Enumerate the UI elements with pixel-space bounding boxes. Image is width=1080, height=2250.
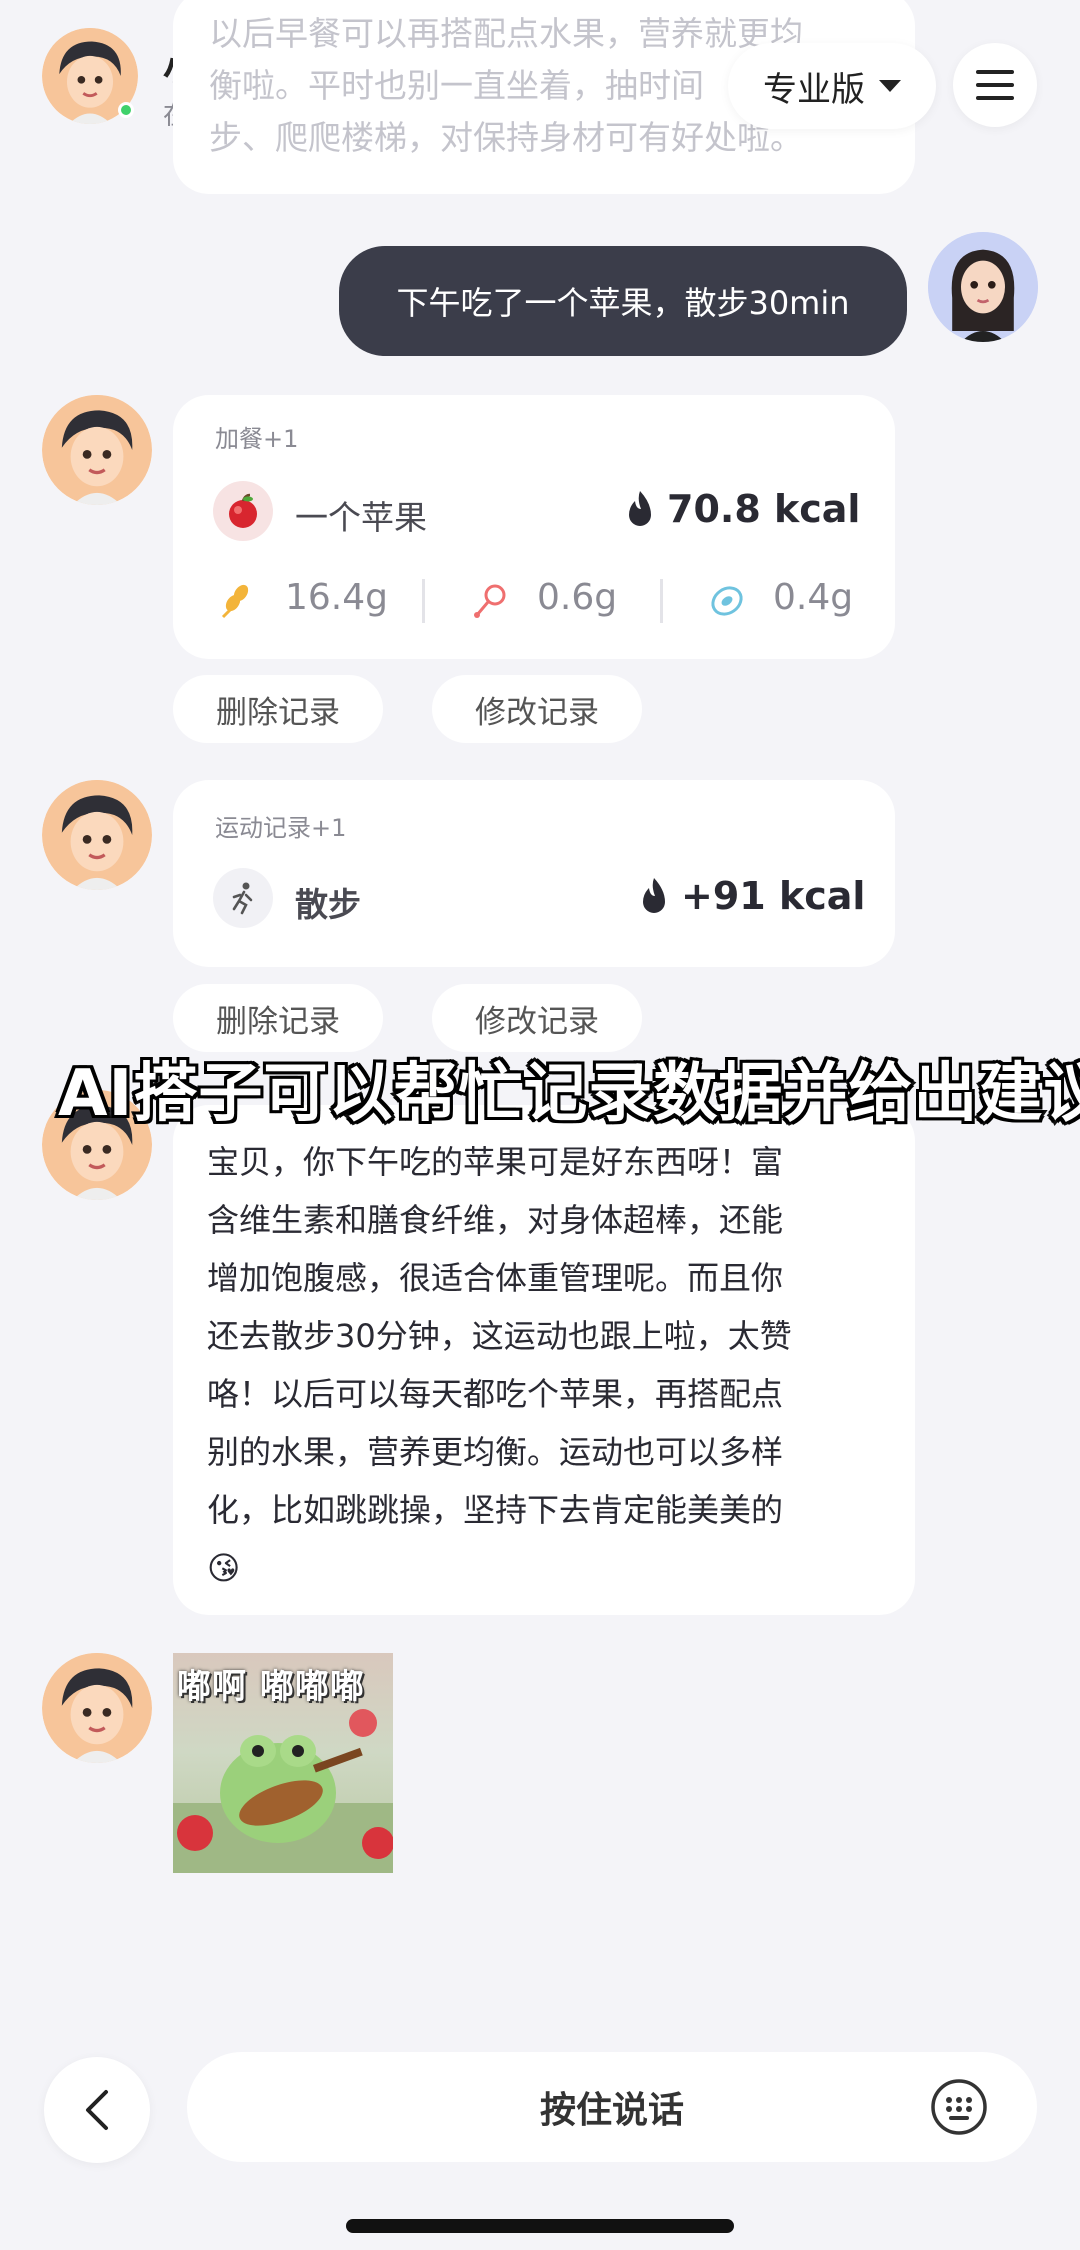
nutrient-divider	[422, 579, 425, 623]
meal-label: 加餐+1	[215, 425, 299, 453]
version-selector-button[interactable]: 专业版	[728, 43, 936, 129]
back-button[interactable]	[44, 2057, 150, 2163]
exercise-name: 散步	[295, 885, 361, 924]
protein-icon	[471, 581, 511, 625]
meal-kcal: 70.8 kcal	[667, 487, 861, 531]
reply-line: 别的水果，营养更均衡。运动也可以多样	[207, 1433, 784, 1471]
nutrient-divider	[660, 579, 663, 623]
carb-icon	[217, 581, 257, 625]
reply-line: 还去散步30分钟，这运动也跟上啦，太赞	[207, 1317, 792, 1355]
reply-line: 增加饱腹感，很适合体重管理呢。而且你	[207, 1259, 784, 1297]
apple-icon	[213, 481, 273, 541]
assistant-avatar[interactable]	[42, 1653, 152, 1763]
version-label: 专业版	[763, 69, 865, 110]
fat-value: 0.4g	[773, 577, 854, 618]
exercise-label: 运动记录+1	[215, 814, 347, 842]
sticker-caption: 嘟啊 嘟嘟嘟	[177, 1667, 365, 1707]
menu-button[interactable]	[953, 43, 1037, 127]
assistant-avatar[interactable]	[42, 780, 152, 890]
home-indicator[interactable]	[346, 2219, 734, 2233]
exercise-record-card[interactable]: 运动记录+1 散步 +91 kcal	[173, 780, 895, 967]
online-indicator	[118, 102, 134, 118]
kiss-emoji: 😘	[207, 1549, 241, 1587]
keyboard-icon	[931, 2079, 987, 2135]
user-avatar[interactable]	[928, 232, 1038, 342]
reply-line: 含维生素和膳食纤维，对身体超棒，还能	[207, 1201, 784, 1239]
food-name: 一个苹果	[295, 498, 427, 537]
chevron-left-icon	[86, 2090, 108, 2130]
flame-icon	[635, 876, 673, 922]
edit-meal-record-button[interactable]: 修改记录	[432, 675, 642, 743]
reply-line: 咯！以后可以每天都吃个苹果，再搭配点	[207, 1375, 784, 1413]
fat-icon	[707, 581, 747, 625]
walking-icon	[213, 868, 273, 928]
protein-value: 0.6g	[537, 577, 618, 618]
delete-meal-record-button[interactable]: 删除记录	[173, 675, 383, 743]
flame-icon	[621, 489, 659, 535]
reply-line: 宝贝，你下午吃的苹果可是好东西呀！富	[207, 1143, 784, 1181]
reply-line: 化，比如跳跳操，坚持下去肯定能美美的	[207, 1491, 784, 1529]
assistant-avatar[interactable]	[42, 395, 152, 505]
frog-guitar-sticker[interactable]: 嘟啊 嘟嘟嘟	[173, 1653, 393, 1873]
exercise-kcal: +91 kcal	[681, 874, 866, 918]
user-message-bubble[interactable]: 下午吃了一个苹果，散步30min	[339, 246, 907, 356]
meal-record-card[interactable]: 加餐+1 一个苹果 70.8 kcal 16.4g 0.6g 0.4g	[173, 395, 895, 659]
overlay-caption: AI搭子可以帮忙记录数据并给出建议	[55, 1054, 1080, 1134]
carb-value: 16.4g	[285, 577, 389, 618]
keyboard-toggle-button[interactable]	[930, 2078, 988, 2136]
hold-to-talk-button[interactable]: 按住说话	[187, 2052, 1037, 2162]
hamburger-menu-icon	[976, 70, 1014, 100]
assistant-reply-bubble[interactable]: 宝贝，你下午吃的苹果可是好东西呀！富 含维生素和膳食纤维，对身体超棒，还能 增加…	[173, 1105, 915, 1615]
caret-down-icon	[879, 80, 901, 92]
hold-to-talk-label: 按住说话	[539, 2090, 684, 2131]
